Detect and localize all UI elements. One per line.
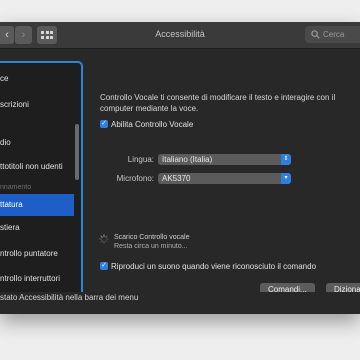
progress-spinner-icon [99, 234, 109, 244]
forward-button[interactable]: › [15, 26, 32, 44]
search-placeholder: Cerca [323, 30, 345, 39]
microphone-select[interactable]: AK5370 ▾ [158, 173, 291, 184]
checkmark-icon: ✓ [101, 262, 107, 269]
sidebar-section-label: nnamento [0, 184, 32, 191]
play-sound-checkbox[interactable]: ✓ [100, 262, 108, 270]
footer-bar: stato Accessibilità nella barra dei menu [0, 292, 360, 314]
sidebar-item-1[interactable]: scrizioni [0, 100, 74, 109]
sidebar-item-6[interactable]: stiera [0, 223, 74, 232]
microphone-label: Microfono: [116, 174, 154, 183]
sidebar-section-header: nnamento [0, 184, 74, 191]
enable-voice-control-label: Abilita Controllo Vocale [111, 120, 194, 129]
sidebar-item-label: ntrollo interruttori [0, 274, 61, 283]
sidebar-item-label: ce [0, 74, 9, 83]
voice-control-pane: Controllo Vocale ti consente di modifica… [88, 61, 360, 311]
window-title: Accessibilità [155, 29, 205, 39]
search-field[interactable]: Cerca [305, 26, 360, 43]
search-icon [311, 30, 320, 39]
sidebar: ce scrizioni dio ttotitoli non udenti nn… [0, 61, 83, 309]
chevron-left-icon: ‹ [5, 29, 9, 41]
sidebar-item-label: ttotitoli non udenti [0, 162, 63, 171]
sidebar-item-0[interactable]: ce [0, 74, 74, 83]
sidebar-item-label: ttatura [0, 200, 23, 209]
sidebar-item-label: dio [0, 138, 11, 147]
updown-chevron-icon: ⇕ [281, 154, 291, 165]
sidebar-scrollbar[interactable] [75, 124, 79, 180]
sidebar-item-label: stiera [0, 223, 20, 232]
footer-status-label: stato Accessibilità nella barra dei menu [0, 293, 139, 302]
sidebar-item-voice-control[interactable]: ttatura [0, 194, 74, 216]
show-all-button[interactable] [37, 26, 57, 44]
checkmark-icon: ✓ [101, 120, 107, 127]
sidebar-item-7[interactable]: ntrollo puntatore [0, 249, 74, 258]
sidebar-item-3[interactable]: ttotitoli non udenti [0, 162, 74, 171]
description-text: Controllo Vocale ti consente di modifica… [100, 93, 336, 113]
chevron-down-icon: ▾ [281, 173, 291, 184]
preferences-window: ‹ › Accessibilità Cerca ce scrizioni dio [0, 22, 360, 314]
download-status-title: Scarico Controllo vocale [114, 234, 190, 241]
language-value: Italiano (Italia) [162, 155, 213, 164]
sidebar-item-2[interactable]: dio [0, 138, 74, 147]
sidebar-item-8[interactable]: ntrollo interruttori [0, 274, 74, 283]
toolbar: ‹ › Accessibilità Cerca [0, 22, 360, 49]
download-status-subtitle: Resta circa un minuto... [114, 243, 188, 250]
back-button[interactable]: ‹ [0, 26, 14, 44]
enable-voice-control-checkbox[interactable]: ✓ [100, 120, 108, 128]
sidebar-item-label: scrizioni [0, 100, 29, 109]
microphone-value: AK5370 [162, 174, 191, 183]
language-select[interactable]: Italiano (Italia) ⇕ [158, 154, 291, 165]
chevron-right-icon: › [21, 29, 26, 41]
grid-icon [41, 31, 53, 39]
language-label: Lingua: [127, 155, 154, 164]
sidebar-item-label: ntrollo puntatore [0, 249, 58, 258]
play-sound-label: Riproduci un suono quando viene riconosc… [111, 262, 317, 271]
